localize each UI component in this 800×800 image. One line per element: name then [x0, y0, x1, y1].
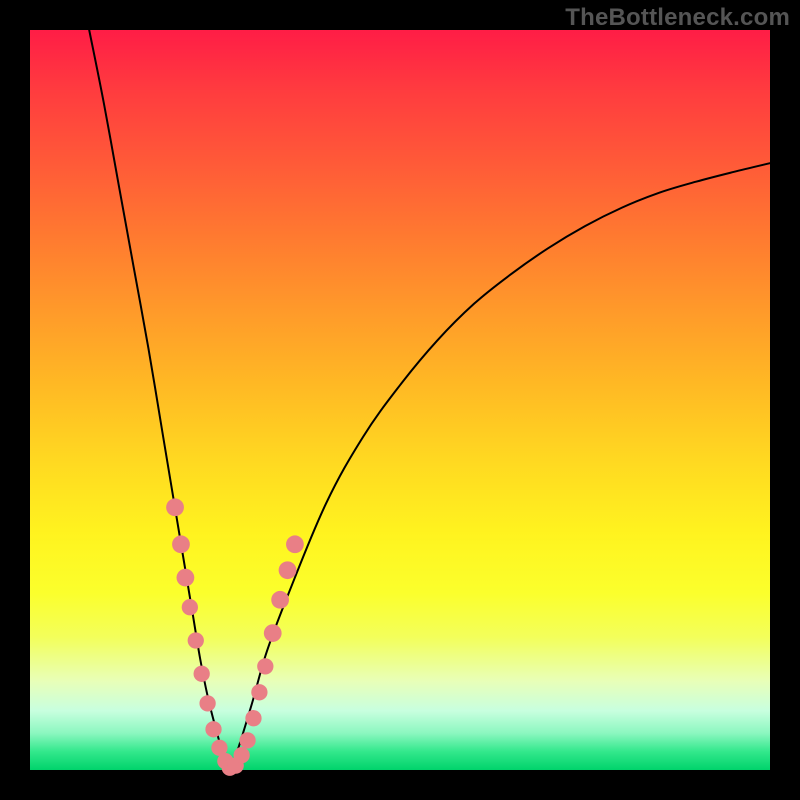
watermark-text: TheBottleneck.com — [565, 4, 790, 32]
chart-marker — [279, 561, 297, 579]
chart-marker — [271, 591, 289, 609]
chart-plot-area — [30, 30, 770, 770]
chart-marker — [194, 666, 210, 682]
chart-marker — [239, 732, 255, 748]
chart-marker — [257, 658, 273, 674]
chart-marker — [166, 498, 184, 516]
chart-marker — [182, 599, 198, 615]
chart-markers-group — [166, 498, 304, 776]
chart-marker — [177, 569, 195, 587]
chart-marker — [245, 710, 261, 726]
chart-marker — [264, 624, 282, 642]
chart-marker — [172, 535, 190, 553]
chart-series-left-branch — [89, 30, 230, 770]
chart-marker — [234, 747, 250, 763]
chart-series-right-branch — [230, 163, 770, 770]
chart-marker — [199, 695, 215, 711]
chart-series-group — [89, 30, 770, 770]
chart-marker — [188, 632, 204, 648]
chart-marker — [205, 721, 221, 737]
chart-frame: TheBottleneck.com — [0, 0, 800, 800]
chart-marker — [251, 684, 267, 700]
chart-marker — [286, 535, 304, 553]
chart-svg — [30, 30, 770, 770]
